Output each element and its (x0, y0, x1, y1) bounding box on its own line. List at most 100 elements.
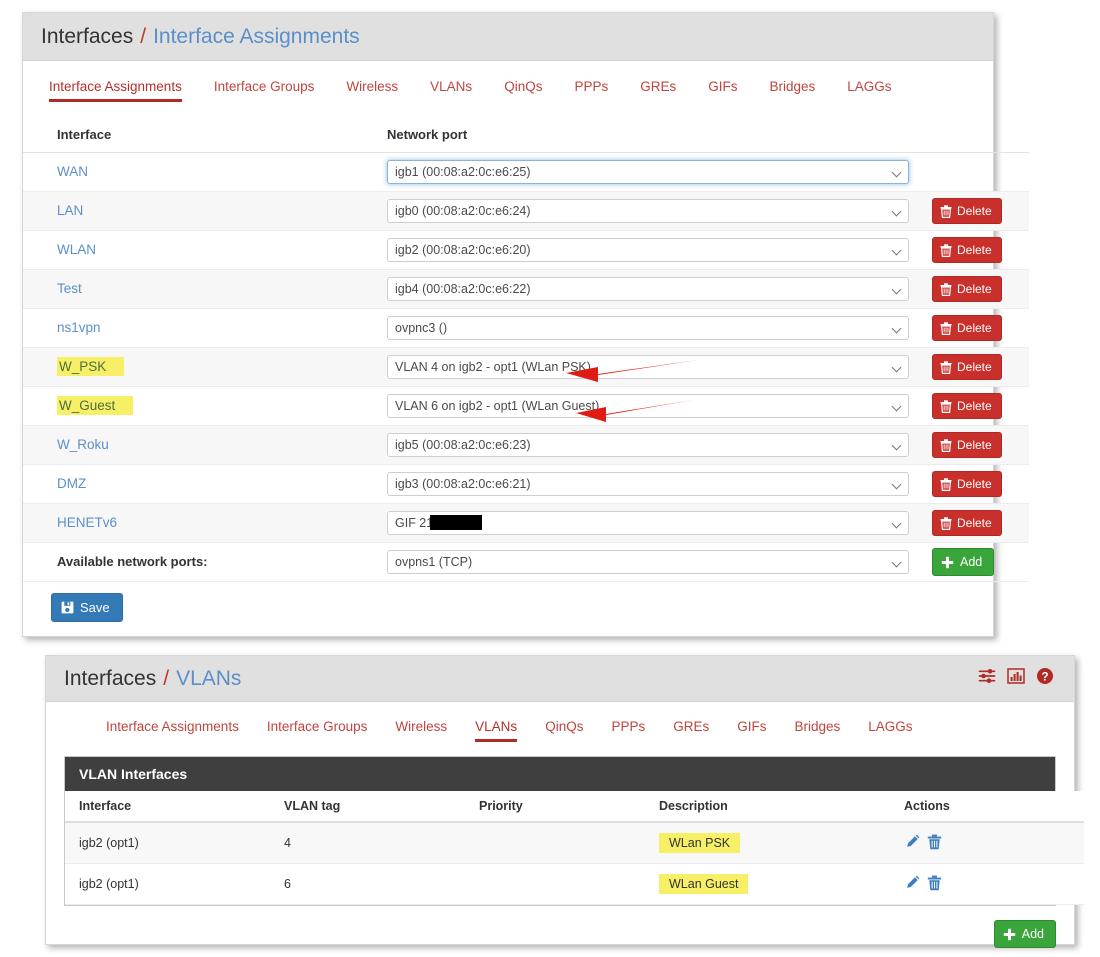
interface-link-test[interactable]: Test (57, 281, 82, 296)
delete-button-ns1vpn[interactable]: Delete (932, 315, 1002, 341)
tab2-gres[interactable]: GREs (673, 719, 709, 742)
vlan-add-row: Add (46, 906, 1074, 948)
vlan-row-interface: igb2 (opt1) (65, 863, 284, 905)
network-port-select-wrap-wan: igb1 (00:08:a2:0c:e6:25) (387, 160, 909, 184)
tab-gifs[interactable]: GIFs (708, 79, 737, 102)
pencil-glyph (907, 834, 920, 847)
interface-link-henetv6[interactable]: HENETv6 (57, 515, 117, 530)
tab2-vlans[interactable]: VLANs (475, 719, 518, 742)
delete-icon[interactable] (927, 834, 942, 853)
trash-glyph (927, 834, 942, 849)
table-row: WLAN igb2 (00:08:a2:0c:e6:20) Delete (23, 230, 1029, 270)
vlan-row-description: WLan Guest (659, 874, 749, 894)
vlan-row-priority (479, 822, 659, 864)
trash-icon (940, 477, 952, 491)
vlan-row-interface: igb2 (opt1) (65, 822, 284, 864)
breadcrumb-2-current[interactable]: VLANs (176, 667, 241, 691)
vlan-table-row[interactable]: igb2 (opt1) 4 WLan PSK (65, 822, 1084, 864)
vlan-column-header-actions: Actions (904, 791, 1084, 823)
add-interface-button[interactable]: Add (932, 548, 995, 576)
tab2-gifs[interactable]: GIFs (737, 719, 766, 742)
tab-interface-assignments[interactable]: Interface Assignments (49, 79, 182, 102)
sliders-icon[interactable] (978, 667, 996, 690)
delete-button-w-psk[interactable]: Delete (932, 354, 1002, 380)
interface-link-wan[interactable]: WAN (57, 164, 88, 179)
tab2-interface-groups[interactable]: Interface Groups (267, 719, 368, 742)
delete-button-henetv6[interactable]: Delete (932, 510, 1002, 536)
delete-icon[interactable] (927, 875, 942, 894)
tab-gres[interactable]: GREs (640, 79, 676, 102)
network-port-select-dmz[interactable]: igb3 (00:08:a2:0c:e6:21) (387, 472, 909, 496)
save-row: Save (23, 582, 993, 622)
table-row: LAN igb0 (00:08:a2:0c:e6:24) Delete (23, 191, 1029, 231)
table-row: ns1vpn ovpnc3 () Delete (23, 308, 1029, 348)
interface-link-wlan[interactable]: WLAN (57, 242, 96, 257)
vlan-interfaces-card: VLAN Interfaces Interface VLAN tag Prior… (64, 756, 1084, 906)
delete-button-label: Delete (957, 321, 992, 335)
tab2-laggs[interactable]: LAGGs (868, 719, 912, 742)
header-icon-group: ? (978, 667, 1054, 690)
breadcrumb-2-root: Interfaces (64, 666, 157, 690)
network-port-select-w-guest[interactable]: VLAN 6 on igb2 - opt1 (WLan Guest) (387, 394, 909, 418)
table-row: W_Roku igb5 (00:08:a2:0c:e6:23) Delete (23, 425, 1029, 465)
vlan-row-description: WLan PSK (659, 833, 741, 853)
interface-link-ns1vpn[interactable]: ns1vpn (57, 320, 101, 335)
add-vlan-button[interactable]: Add (993, 920, 1056, 948)
tab-interface-groups[interactable]: Interface Groups (214, 79, 315, 102)
delete-button-label: Delete (957, 477, 992, 491)
interface-link-w-psk[interactable]: W_PSK (57, 357, 125, 376)
tab-ppps[interactable]: PPPs (574, 79, 608, 102)
table-row: Test igb4 (00:08:a2:0c:e6:22) Delete (23, 269, 1029, 309)
edit-icon[interactable] (904, 833, 921, 853)
network-port-select-wrap-test: igb4 (00:08:a2:0c:e6:22) (387, 277, 909, 301)
delete-button-lan[interactable]: Delete (932, 198, 1002, 224)
bar-chart-icon[interactable] (1007, 667, 1025, 690)
delete-button-label: Delete (957, 516, 992, 530)
breadcrumb-2-separator: / (163, 666, 170, 690)
plus-icon (941, 556, 954, 568)
table-row: DMZ igb3 (00:08:a2:0c:e6:21) Delete (23, 464, 1029, 504)
network-port-select-lan[interactable]: igb0 (00:08:a2:0c:e6:24) (387, 199, 909, 223)
interface-link-dmz[interactable]: DMZ (57, 476, 86, 491)
tab-qinqs[interactable]: QinQs (504, 79, 542, 102)
network-port-select-ns1vpn[interactable]: ovpnc3 () (387, 316, 909, 340)
tab2-interface-assignments[interactable]: Interface Assignments (106, 719, 239, 742)
delete-button-dmz[interactable]: Delete (932, 471, 1002, 497)
tab2-bridges[interactable]: Bridges (794, 719, 840, 742)
tab-vlans[interactable]: VLANs (430, 79, 472, 102)
save-button[interactable]: Save (51, 593, 123, 622)
vlan-table-row[interactable]: igb2 (opt1) 6 WLan Guest (65, 863, 1084, 905)
table-row: W_PSK VLAN 4 on igb2 - opt1 (WLan PSK) D… (23, 347, 1029, 387)
delete-button-test[interactable]: Delete (932, 276, 1002, 302)
tab-wireless[interactable]: Wireless (346, 79, 398, 102)
tab2-qinqs[interactable]: QinQs (545, 719, 583, 742)
vlan-interfaces-card-title: VLAN Interfaces (65, 757, 1055, 791)
interface-link-w-guest[interactable]: W_Guest (57, 396, 134, 415)
tab-laggs[interactable]: LAGGs (847, 79, 891, 102)
interface-link-w-roku[interactable]: W_Roku (57, 437, 109, 452)
table-row: HENETv6 GIF 216 (HE) Delete (23, 503, 1029, 543)
vlans-panel: Interfaces / VLANs ? Interface Assignmen… (45, 655, 1084, 948)
delete-button-w-guest[interactable]: Delete (932, 393, 1002, 419)
delete-button-w-roku[interactable]: Delete (932, 432, 1002, 458)
tab2-ppps[interactable]: PPPs (611, 719, 645, 742)
vlan-column-header-interface: Interface (65, 791, 284, 823)
plus-icon (1003, 928, 1015, 940)
tab2-wireless[interactable]: Wireless (395, 719, 447, 742)
interface-link-lan[interactable]: LAN (57, 203, 83, 218)
breadcrumb: Interfaces / Interface Assignments (23, 13, 993, 61)
delete-button-label: Delete (957, 399, 992, 413)
edit-icon[interactable] (904, 874, 921, 894)
network-port-select-wlan[interactable]: igb2 (00:08:a2:0c:e6:20) (387, 238, 909, 262)
network-port-select-test[interactable]: igb4 (00:08:a2:0c:e6:22) (387, 277, 909, 301)
delete-button-wlan[interactable]: Delete (932, 237, 1002, 263)
help-icon[interactable]: ? (1036, 667, 1054, 690)
network-port-select-wan[interactable]: igb1 (00:08:a2:0c:e6:25) (387, 160, 909, 184)
network-port-select-w-roku[interactable]: igb5 (00:08:a2:0c:e6:23) (387, 433, 909, 457)
available-network-ports-select[interactable]: ovpns1 (TCP) (387, 550, 909, 574)
add-vlan-button-label: Add (1021, 927, 1044, 941)
network-port-select-w-psk[interactable]: VLAN 4 on igb2 - opt1 (WLan PSK) (387, 355, 909, 379)
vlan-table-header-row: Interface VLAN tag Priority Description … (65, 791, 1084, 823)
tab-bridges[interactable]: Bridges (769, 79, 815, 102)
breadcrumb-current[interactable]: Interface Assignments (153, 25, 360, 49)
